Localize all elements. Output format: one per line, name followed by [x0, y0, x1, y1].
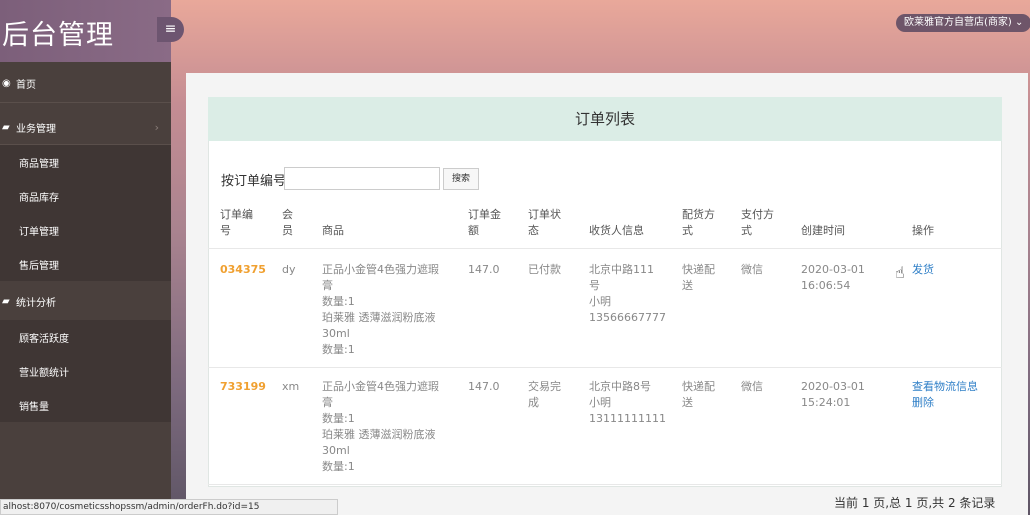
- sidebar-item-goods[interactable]: 商品管理: [0, 145, 171, 179]
- table-divider: [208, 484, 1002, 485]
- column-header-pay: 支付方式: [741, 208, 774, 237]
- search-label: 按订单编号: [221, 174, 287, 189]
- sidebar-item-stats[interactable]: ▰ 统计分析: [0, 289, 171, 313]
- created-time: 2020-03-01 15:24:01: [801, 380, 865, 409]
- sidebar-item-orders[interactable]: 订单管理: [0, 213, 171, 247]
- order-number: 733199: [220, 380, 266, 393]
- order-status: 交易完成: [528, 380, 561, 409]
- pagination-info: 当前 1 页,总 1 页,共 2 条记录: [834, 496, 996, 510]
- ship-link[interactable]: 发货: [912, 262, 934, 278]
- hand-cursor-icon: ☝: [895, 263, 905, 282]
- sidebar-item-label: 首页: [16, 79, 36, 91]
- pay-method: 微信: [741, 263, 763, 276]
- table-divider: [208, 248, 1002, 249]
- brand-header: 后台管理: [0, 0, 171, 62]
- created-time: 2020-03-01 16:06:54: [801, 263, 865, 292]
- sidebar-item-stock[interactable]: 商品库存: [0, 179, 171, 213]
- sidebar-item-label: 订单管理: [19, 226, 59, 238]
- sidebar-item-sales[interactable]: 销售量: [0, 388, 171, 422]
- sidebar-item-home[interactable]: ◉ 首页: [0, 72, 171, 94]
- ship-method: 快递配送: [682, 380, 715, 409]
- order-amount: 147.0: [468, 380, 500, 393]
- sidebar-item-revenue[interactable]: 营业额统计: [0, 354, 171, 388]
- column-header-member: 会员: [282, 208, 293, 237]
- sidebar-item-aftersale[interactable]: 售后管理: [0, 247, 171, 281]
- goods-info: 正品小金管4色强力遮瑕膏 数量:1 珀莱雅 透薄滋润粉底液 30ml 数量:1: [322, 380, 439, 473]
- order-status: 已付款: [528, 263, 561, 276]
- sidebar-item-label: 商品库存: [19, 192, 59, 204]
- sidebar-item-label: 顾客活跃度: [19, 333, 69, 345]
- sidebar-item-label: 统计分析: [16, 297, 56, 309]
- ship-method: 快递配送: [682, 263, 715, 292]
- menu-toggle-button[interactable]: ≡: [157, 17, 184, 42]
- order-amount: 147.0: [468, 263, 500, 276]
- book-icon: ▰: [2, 295, 10, 307]
- sidebar-item-label: 销售量: [19, 401, 49, 413]
- dashboard-icon: ◉: [2, 77, 11, 89]
- receiver-info: 北京中路111 号 小明 13566667777: [589, 263, 666, 324]
- panel-title: 订单列表: [208, 97, 1002, 141]
- sidebar-item-activity[interactable]: 顾客活跃度: [0, 320, 171, 354]
- column-header-goods: 商品: [322, 224, 344, 237]
- column-header-status: 订单状态: [528, 208, 561, 237]
- search-button[interactable]: 搜索: [443, 168, 479, 190]
- sidebar-divider: [0, 102, 171, 103]
- column-header-created: 创建时间: [801, 224, 845, 237]
- receiver-info: 北京中路8号 小明 13111111111: [589, 380, 666, 425]
- book-icon: ▰: [2, 121, 10, 133]
- brand-title: 后台管理: [2, 20, 114, 51]
- sidebar-item-label: 业务管理: [16, 123, 56, 135]
- order-number: 034375: [220, 263, 266, 276]
- menu-icon: ≡: [164, 21, 177, 37]
- sidebar-item-label: 营业额统计: [19, 367, 69, 379]
- table-divider: [208, 367, 1002, 368]
- status-bar-url: alhost:8070/cosmeticsshopssm/admin/order…: [0, 499, 338, 515]
- column-header-orderno: 订单编号: [220, 208, 253, 237]
- sidebar: 后台管理 ◉ 首页 ▰ 业务管理 › 商品管理 商品库存 订单管理 售后管理 ▰…: [0, 0, 171, 515]
- delete-link[interactable]: 删除: [912, 395, 934, 411]
- member-name: xm: [282, 380, 300, 393]
- column-header-action: 操作: [912, 224, 934, 237]
- sidebar-item-business[interactable]: ▰ 业务管理 ›: [0, 116, 171, 138]
- column-header-receiver: 收货人信息: [589, 224, 644, 237]
- sidebar-item-label: 售后管理: [19, 260, 59, 272]
- chevron-right-icon: ›: [154, 120, 159, 134]
- goods-info: 正品小金管4色强力遮瑕膏 数量:1 珀莱雅 透薄滋润粉底液 30ml 数量:1: [322, 263, 439, 356]
- user-menu[interactable]: 欧莱雅官方自营店(商家) ⌄: [896, 14, 1030, 32]
- member-name: dy: [282, 263, 296, 276]
- pay-method: 微信: [741, 380, 763, 393]
- logistics-link[interactable]: 查看物流信息: [912, 379, 978, 395]
- sidebar-item-label: 商品管理: [19, 158, 59, 170]
- search-input[interactable]: [284, 167, 440, 190]
- column-header-amount: 订单金额: [468, 208, 501, 237]
- column-header-ship: 配货方式: [682, 208, 715, 237]
